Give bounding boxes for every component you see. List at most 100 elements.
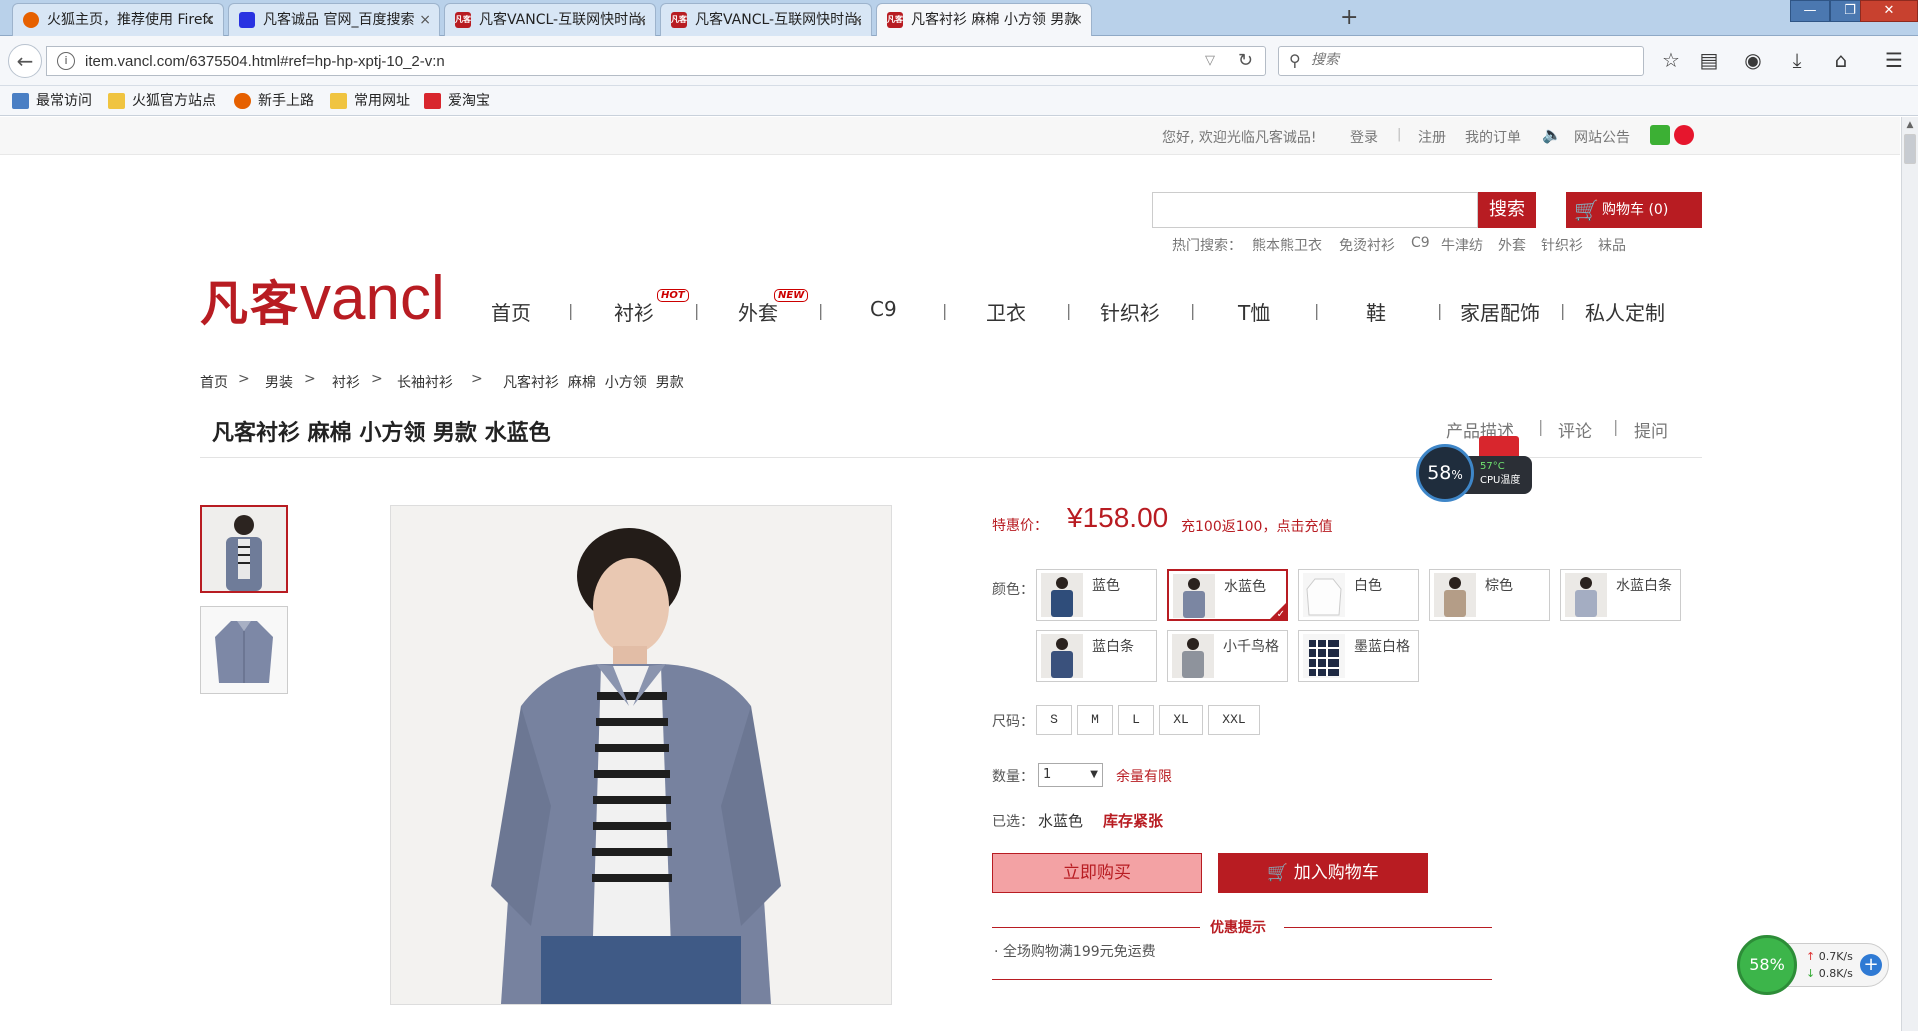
minimize-button[interactable]: — [1790,0,1830,22]
hot-search-item[interactable]: 熊本熊卫衣 [1252,235,1322,255]
hot-search-item[interactable]: 牛津纺 [1441,235,1483,255]
tab-reviews[interactable]: 评论 [1558,417,1592,442]
hot-search-item[interactable]: 针织衫 [1541,235,1583,255]
color-option[interactable]: 棕色 [1429,569,1550,621]
url-text[interactable]: item.vancl.com/6375504.html#ref=hp-hp-xp… [85,53,445,70]
close-icon[interactable]: × [635,4,647,36]
page-scrollbar[interactable]: ▲ [1901,117,1918,1031]
nav-c9[interactable]: C9 [870,297,897,321]
plus-icon[interactable]: + [1860,954,1882,976]
hot-badge: HOT [657,289,689,302]
scroll-up-arrow-icon[interactable]: ▲ [1902,117,1918,133]
register-link[interactable]: 注册 [1418,127,1446,147]
color-option[interactable]: 白色 [1298,569,1419,621]
info-icon[interactable]: i [57,52,75,70]
buy-now-button[interactable]: 立即购买 [992,853,1202,893]
pocket-icon[interactable]: ◉ [1741,48,1765,72]
bookmark-most-visited[interactable]: 最常访问 [12,91,92,111]
nav-home-accessories[interactable]: 家居配饰 [1460,297,1540,326]
cpu-temp-label: CPU温度 [1480,475,1521,486]
bookmark-firefox-official[interactable]: 火狐官方站点 [108,91,216,111]
recharge-promo-link[interactable]: 充100返100，点击充值 [1181,516,1332,536]
hot-search-item[interactable]: 袜品 [1598,235,1626,255]
download-icon[interactable]: ⤓ [1785,48,1809,72]
vancl-logo[interactable]: 凡客vancl [200,263,445,333]
nav-shirts[interactable]: 衬衫 [614,297,654,326]
chevron-right-icon: > [238,371,250,387]
scrollbar-thumb[interactable] [1904,134,1916,164]
browser-tab-product[interactable]: 凡客 凡客衬衫 麻棉 小方领 男款 水 × [876,3,1092,36]
site-notice-link[interactable]: 网站公告 [1574,127,1630,147]
close-icon[interactable]: × [203,4,215,36]
nav-knitwear[interactable]: 针织衫 [1100,297,1160,326]
login-link[interactable]: 登录 [1350,127,1378,147]
browser-search-bar[interactable]: ⚲ [1278,46,1644,76]
weibo-icon[interactable] [1674,125,1694,145]
add-to-cart-button[interactable]: 🛒 加入购物车 [1218,853,1428,893]
close-icon[interactable]: × [851,4,863,36]
site-search-button[interactable]: 搜索 [1478,192,1536,228]
size-label: 尺码： [992,714,1034,730]
window-close-button[interactable]: ✕ [1860,0,1918,22]
menu-icon[interactable]: ☰ [1882,48,1906,72]
size-option-s[interactable]: S [1036,705,1072,735]
breadcrumb-menswear[interactable]: 男装 [265,372,293,392]
nav-shoes[interactable]: 鞋 [1366,297,1386,326]
new-badge: NEW [774,289,809,302]
tab-questions[interactable]: 提问 [1634,417,1668,442]
browser-tab-vancl-2[interactable]: 凡客 凡客VANCL-互联网快时尚品 × [660,3,872,36]
bookmark-label: 常用网址 [354,93,410,109]
hot-search-item[interactable]: 免烫衬衫 [1339,235,1395,255]
size-option-xl[interactable]: XL [1159,705,1203,735]
color-option-selected[interactable]: 水蓝色 ✓ [1167,569,1288,621]
back-button[interactable]: ← [8,44,42,78]
nav-jackets[interactable]: 外套 [738,297,778,326]
product-thumbnail-2[interactable] [200,606,288,694]
bookmark-aitaobao[interactable]: 爱淘宝 [424,91,490,111]
bookmark-star-icon[interactable]: ☆ [1659,48,1683,72]
my-orders-link[interactable]: 我的订单 [1465,127,1521,147]
close-icon[interactable]: × [419,4,431,36]
color-option[interactable]: 墨蓝白格 [1298,630,1419,682]
cpu-monitor-widget[interactable]: 57°C CPU温度 58% [1416,436,1534,504]
reload-icon[interactable]: ↻ [1238,50,1253,71]
color-option[interactable]: 蓝白条 [1036,630,1157,682]
product-thumbnail-1[interactable] [200,505,288,593]
bookmark-common-sites[interactable]: 常用网址 [330,91,410,111]
checkmark-icon: ✓ [1276,609,1285,620]
breadcrumb-long-sleeve[interactable]: 长袖衬衫 [397,372,453,392]
browser-tab-vancl-1[interactable]: 凡客 凡客VANCL-互联网快时尚品 × [444,3,656,36]
hot-search-item[interactable]: 外套 [1498,235,1526,255]
site-search-box[interactable] [1152,192,1478,228]
nav-custom[interactable]: 私人定制 [1585,297,1665,326]
size-option-m[interactable]: M [1077,705,1113,735]
home-icon[interactable]: ⌂ [1829,48,1853,72]
close-icon[interactable]: × [1071,4,1083,36]
reading-list-icon[interactable]: ▤ [1697,48,1721,72]
browser-search-input[interactable] [1311,52,1631,68]
nav-hoodies[interactable]: 卫衣 [986,297,1026,326]
color-option[interactable]: 蓝色 [1036,569,1157,621]
address-bar[interactable]: i item.vancl.com/6375504.html#ref=hp-hp-… [46,46,1266,76]
bookmark-getting-started[interactable]: 新手上路 [234,91,314,111]
network-speed-widget[interactable]: ↑ 0.7K/s ↓ 0.8K/s + 58% [1737,935,1891,995]
breadcrumb-shirts[interactable]: 衬衫 [332,372,360,392]
wechat-icon[interactable] [1650,125,1670,145]
size-option-l[interactable]: L [1118,705,1154,735]
color-option[interactable]: 小千鸟格 [1167,630,1288,682]
browser-tab-firefox-home[interactable]: 火狐主页，推荐使用 Firefox × [12,3,224,36]
new-tab-button[interactable]: + [1340,6,1358,30]
nav-home[interactable]: 首页 [491,297,531,326]
breadcrumb-home[interactable]: 首页 [200,372,228,392]
size-option-xxl[interactable]: XXL [1208,705,1260,735]
quantity-select[interactable]: 1 ▼ [1038,763,1103,787]
site-search-input[interactable] [1153,193,1477,227]
cart-button[interactable]: 🛒 购物车 (0) [1566,192,1702,228]
browser-tab-baidu[interactable]: 凡客诚品 官网_百度搜索 × [228,3,440,36]
nav-tshirts[interactable]: T恤 [1238,297,1270,326]
dropdown-arrow-icon[interactable]: ▽ [1205,53,1215,68]
hot-search-item[interactable]: C9 [1411,235,1430,251]
color-swatch-image [1565,573,1607,617]
color-option[interactable]: 水蓝白条 [1560,569,1681,621]
product-main-image[interactable] [390,505,892,1005]
